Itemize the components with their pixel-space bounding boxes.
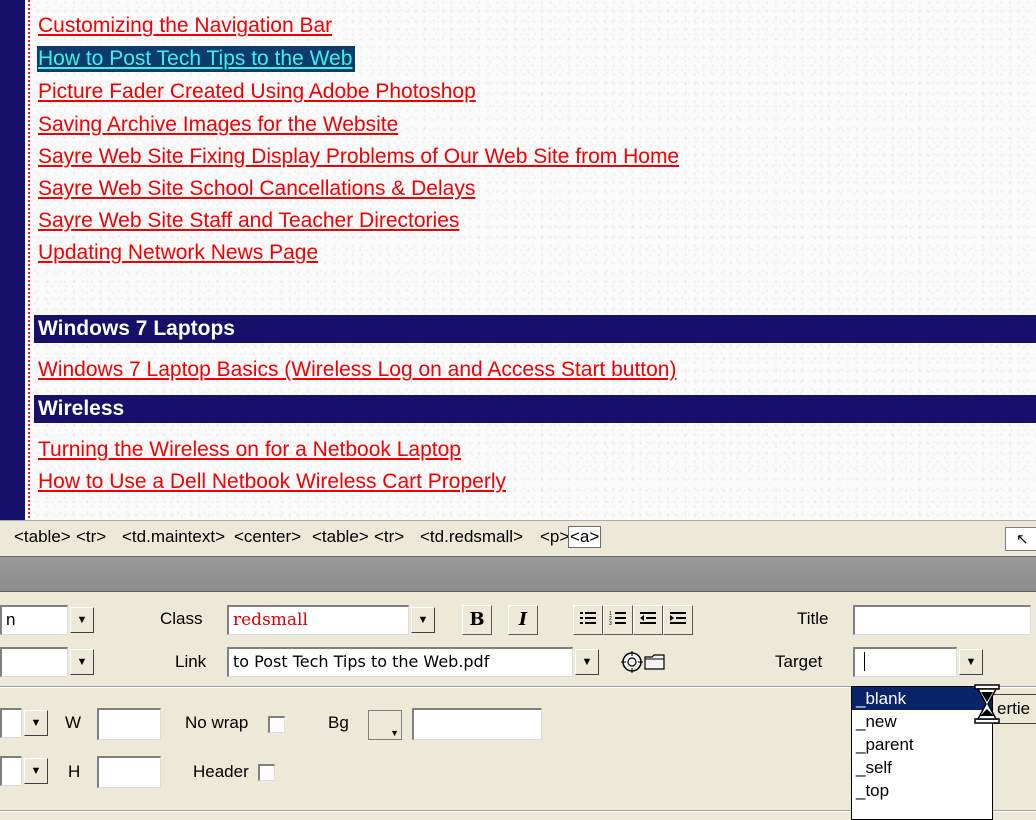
doc-link-fixing-display-problems[interactable]: Sayre Web Site Fixing Display Problems o… — [38, 144, 679, 170]
select-tool-button[interactable]: ↖ — [1005, 527, 1036, 551]
doc-link-customizing-navigation-bar[interactable]: Customizing the Navigation Bar — [38, 13, 332, 39]
doc-link-post-tech-tips-selected[interactable]: How to Post Tech Tips to the Web — [37, 46, 356, 72]
font-select[interactable] — [0, 647, 68, 677]
height-label: H — [68, 762, 81, 781]
doc-link-netbook-wireless[interactable]: Turning the Wireless on for a Netbook La… — [38, 437, 461, 463]
chevron-down-icon: ▼ — [30, 717, 42, 729]
outdent-icon — [640, 612, 656, 624]
chevron-down-icon: ▼ — [581, 656, 593, 668]
bg-color-swatch[interactable]: ▼ — [368, 710, 402, 740]
browse-folder-icon[interactable] — [644, 652, 666, 672]
outdent-button[interactable] — [633, 605, 663, 635]
section-heading-wireless: Wireless — [34, 395, 1036, 423]
left-navy-strip — [0, 0, 25, 520]
vert-select[interactable] — [0, 756, 22, 786]
swatch-dropdown-icon: ▼ — [390, 728, 399, 738]
doc-link-staff-directories[interactable]: Sayre Web Site Staff and Teacher Directo… — [38, 208, 459, 234]
width-field[interactable] — [97, 708, 161, 740]
hourglass-cursor-icon — [974, 684, 1000, 724]
section-heading-windows7: Windows 7 Laptops — [34, 315, 1036, 343]
target-option-top[interactable]: _top — [852, 779, 992, 802]
tag-td-redsmall[interactable]: <td.redsmall> — [420, 527, 523, 547]
chevron-down-icon: ▼ — [30, 765, 42, 777]
class-dropdown-button[interactable]: ▼ — [411, 607, 435, 633]
properties-panel-header[interactable] — [0, 556, 1036, 592]
indent-button[interactable] — [663, 605, 693, 635]
width-label: W — [65, 713, 82, 732]
doc-link-school-cancellations[interactable]: Sayre Web Site School Cancellations & De… — [38, 176, 475, 202]
bg-color-field[interactable] — [412, 708, 542, 740]
doc-link-wireless-cart[interactable]: How to Use a Dell Netbook Wireless Cart … — [38, 469, 506, 495]
format-dropdown-button[interactable]: ▼ — [70, 607, 94, 633]
class-select[interactable]: redsmall — [227, 605, 409, 635]
text-caret — [864, 652, 865, 671]
ordered-list-button[interactable]: 123 — [603, 605, 633, 635]
nowrap-label: No wrap — [185, 713, 249, 732]
tag-table[interactable]: <table> — [14, 527, 71, 547]
target-option-parent[interactable]: _parent — [852, 733, 992, 756]
chevron-down-icon: ▼ — [417, 614, 429, 626]
horz-dropdown-button[interactable]: ▼ — [24, 710, 48, 736]
doc-link-windows7-basics[interactable]: Windows 7 Laptop Basics (Wireless Log on… — [38, 357, 676, 383]
target-dropdown-button[interactable]: ▼ — [959, 649, 983, 675]
indent-icon — [670, 612, 686, 624]
nowrap-checkbox[interactable] — [268, 716, 285, 733]
class-label: Class — [160, 609, 203, 628]
target-option-new[interactable]: _new — [852, 710, 992, 733]
tag-p[interactable]: <p> — [540, 527, 569, 547]
format-select[interactable]: n — [0, 605, 68, 635]
left-dotted-border — [28, 0, 30, 520]
font-dropdown-button[interactable]: ▼ — [70, 649, 94, 675]
chevron-down-icon: ▼ — [76, 614, 88, 626]
tag-center[interactable]: <center> — [234, 527, 301, 547]
bg-label: Bg — [328, 713, 349, 732]
tag-selector-bar: <table> <tr> <td.maintext> <center> <tab… — [0, 520, 1036, 556]
document-view[interactable]: Customizing the Navigation Bar How to Po… — [0, 0, 1036, 520]
chevron-down-icon: ▼ — [76, 656, 88, 668]
italic-button[interactable]: I — [508, 605, 538, 635]
unordered-list-icon — [580, 612, 596, 624]
target-option-self[interactable]: _self — [852, 756, 992, 779]
height-field[interactable] — [97, 756, 161, 788]
left-margin-bar — [0, 0, 30, 520]
horz-select[interactable] — [0, 708, 22, 738]
tag-tr[interactable]: <tr> — [76, 527, 106, 547]
chevron-down-icon: ▼ — [965, 656, 977, 668]
target-option-blank[interactable]: _blank — [852, 687, 992, 710]
point-to-file-icon[interactable] — [620, 650, 644, 674]
unordered-list-button[interactable] — [573, 605, 603, 635]
doc-link-picture-fader[interactable]: Picture Fader Created Using Adobe Photos… — [38, 79, 476, 105]
tag-table-inner[interactable]: <table> — [312, 527, 369, 547]
ordered-list-icon: 123 — [609, 611, 626, 627]
doc-link-saving-archive-images[interactable]: Saving Archive Images for the Website — [38, 112, 398, 138]
bold-button[interactable]: B — [462, 605, 492, 635]
header-checkbox[interactable] — [258, 764, 275, 781]
svg-text:3: 3 — [609, 621, 612, 626]
tag-a-active[interactable]: <a> — [568, 526, 602, 548]
link-field[interactable]: to Post Tech Tips to the Web.pdf — [227, 647, 573, 677]
doc-link-network-news[interactable]: Updating Network News Page — [38, 240, 318, 266]
tag-tr-inner[interactable]: <tr> — [374, 527, 404, 547]
header-label: Header — [193, 762, 249, 781]
link-label: Link — [175, 652, 207, 671]
target-label: Target — [775, 652, 823, 671]
vert-dropdown-button[interactable]: ▼ — [24, 758, 48, 784]
target-field[interactable] — [853, 647, 957, 677]
pointer-arrow-icon: ↖ — [1016, 531, 1029, 548]
link-dropdown-button[interactable]: ▼ — [575, 649, 599, 675]
title-field[interactable] — [853, 605, 1031, 635]
title-label: Title — [797, 609, 829, 628]
tag-td-maintext[interactable]: <td.maintext> — [122, 527, 225, 547]
